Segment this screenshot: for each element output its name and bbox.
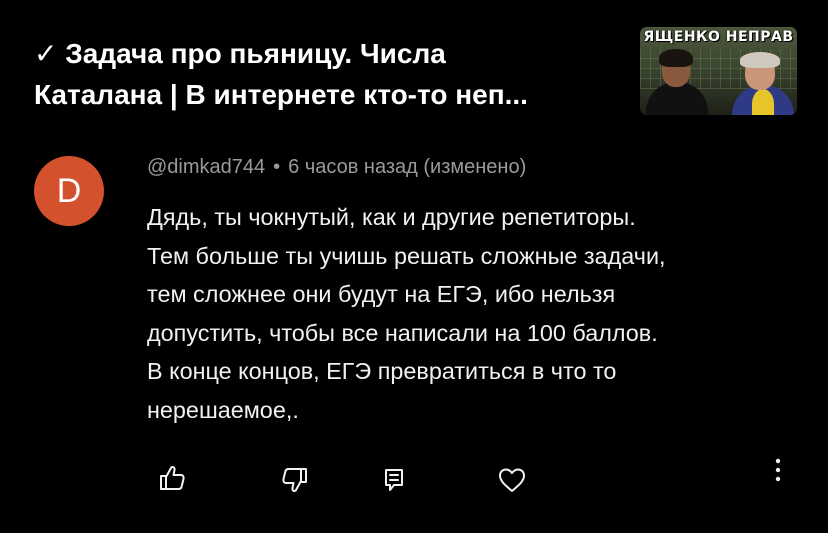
heart-icon [497, 466, 527, 494]
thumbnail-person-right-hair [740, 52, 780, 68]
meta-separator: • [273, 156, 281, 178]
comment-text: Дядь, ты чокнутый, как и другие репетито… [147, 198, 807, 429]
reply-button[interactable] [374, 460, 414, 500]
thumbs-up-icon [157, 463, 187, 493]
heart-button[interactable] [492, 460, 532, 500]
video-title[interactable]: ✓ Задача про пьяницу. Числа Каталана | В… [34, 33, 624, 115]
comment-timestamp: 6 часов назад (изменено) [288, 156, 527, 178]
thumbnail-person-right-shirt [752, 89, 774, 115]
comment-text-line: Тем больше ты учишь решать сложные задач… [147, 242, 666, 269]
video-title-line-2: Каталана | В интернете кто-то неп... [34, 79, 528, 110]
video-title-line-1: ✓ Задача про пьяницу. Числа [34, 38, 446, 69]
comment-text-line: тем сложнее они будут на ЕГЭ, ибо нельзя [147, 281, 616, 307]
comment-text-line: В конце концов, ЕГЭ превратиться в что т… [147, 358, 617, 384]
comment-author[interactable]: @dimkad744 [147, 156, 265, 178]
like-button[interactable] [152, 458, 192, 498]
thumbnail-person-left-hair [659, 49, 693, 67]
video-header: ✓ Задача про пьяницу. Числа Каталана | В… [0, 0, 828, 130]
comment-actions [0, 458, 828, 508]
reply-comment-icon [381, 466, 407, 494]
comment-text-line: допустить, чтобы все написали на 100 бал… [147, 319, 658, 346]
comment-text-line: Дядь, ты чокнутый, как и другие репетито… [147, 204, 636, 230]
video-thumbnail[interactable]: ЯЩЕНКО НЕПРАВ [640, 27, 797, 115]
comment-text-line: нерешаемое,. [147, 396, 299, 423]
thumbnail-caption: ЯЩЕНКО НЕПРАВ [643, 29, 794, 45]
comment-meta: @dimkad744 • 6 часов назад (изменено) [147, 156, 526, 179]
more-vertical-icon [774, 456, 782, 484]
dislike-button[interactable] [275, 460, 315, 500]
comment: D @dimkad744 • 6 часов назад (изменено) Дя… [0, 140, 828, 533]
avatar[interactable]: D [34, 156, 104, 226]
more-options-button[interactable] [758, 450, 798, 490]
thumbs-down-icon [280, 465, 310, 495]
